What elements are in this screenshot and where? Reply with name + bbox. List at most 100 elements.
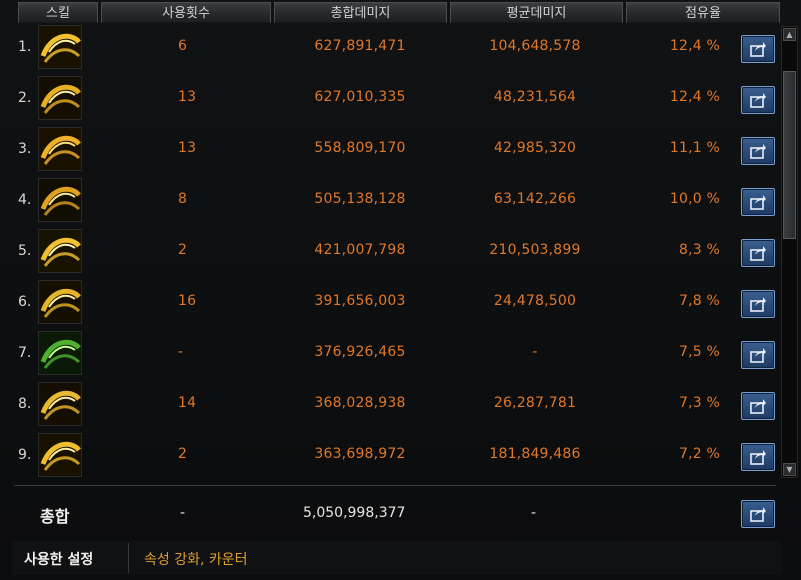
row-uses: 2 [178,242,188,258]
share-row-button[interactable] [741,341,775,369]
row-share: 12,4 % [669,38,720,54]
row-uses: 13 [178,89,197,105]
damage-stats-window: 스킬 사용횟수 총합데미지 평균데미지 점유율 1. 6 627,891,471 10… [0,0,801,580]
row-rank: 8. [18,396,32,412]
golden-arc-skill-icon[interactable] [38,382,82,426]
row-share: 7,8 % [678,293,720,309]
row-uses: 6 [178,38,188,54]
table-row: 3. 13 558,809,170 42,985,320 11,1 % [0,125,775,176]
golden-orb-skill-icon[interactable] [38,229,82,273]
settings-footer: 사용한 설정 속성 강화, 카운터 [12,541,782,575]
golden-streak-skill-icon[interactable] [38,76,82,120]
table-row: 7. - 376,926,465 - 7,5 % [0,329,775,380]
row-total-damage: 627,891,471 [314,38,406,54]
golden-burst-skill-icon[interactable] [38,433,82,477]
table-row: 2. 13 627,010,335 48,231,564 12,4 % [0,74,775,125]
totals-avg-damage: - [531,505,537,521]
share-row-button[interactable] [741,392,775,420]
row-avg-damage: 26,287,781 [493,395,577,411]
row-share: 11,1 % [669,140,720,156]
row-share: 10,0 % [669,191,720,207]
share-totals-button[interactable] [741,500,775,528]
share-row-button[interactable] [741,239,775,267]
share-row-button[interactable] [741,137,775,165]
row-total-damage: 376,926,465 [314,344,406,360]
share-icon [750,348,766,363]
row-total-damage: 363,698,972 [314,446,406,462]
golden-wave-skill-icon[interactable] [38,280,82,324]
header-share[interactable]: 점유율 [626,2,780,23]
share-icon [750,144,766,159]
row-total-damage: 391,656,003 [314,293,406,309]
golden-cross-skill-icon[interactable] [38,178,82,222]
row-rank: 3. [18,141,32,157]
share-icon [750,195,766,210]
row-rank: 2. [18,90,32,106]
row-rank: 1. [18,39,32,55]
share-icon [750,297,766,312]
table-row: 9. 2 363,698,972 181,849,486 7,2 % [0,431,775,482]
row-rank: 4. [18,192,32,208]
row-uses: 14 [178,395,197,411]
row-avg-damage: 48,231,564 [493,89,577,105]
row-share: 12,4 % [669,89,720,105]
share-icon [750,507,766,522]
row-share: 8,3 % [678,242,720,258]
row-total-damage: 627,010,335 [314,89,406,105]
row-avg-damage: 210,503,899 [489,242,581,258]
row-uses: - [178,344,184,360]
table-row: 4. 8 505,138,128 63,142,266 10,0 % [0,176,775,227]
header-skill[interactable]: 스킬 [18,2,98,23]
used-settings-label: 사용한 설정 [24,552,94,568]
scroll-down-arrow-icon[interactable]: ▼ [783,463,796,476]
row-avg-damage: 181,849,486 [489,446,581,462]
share-row-button[interactable] [741,188,775,216]
table-row: 6. 16 391,656,003 24,478,500 7,8 % [0,278,775,329]
used-settings-value: 속성 강화, 카운터 [144,552,248,568]
row-rank: 6. [18,294,32,310]
row-share: 7,3 % [678,395,720,411]
totals-label: 총합 [40,507,70,526]
green-swirl-skill-icon[interactable] [38,331,82,375]
header-total-damage[interactable]: 총합데미지 [274,2,447,23]
share-row-button[interactable] [741,35,775,63]
header-uses[interactable]: 사용횟수 [101,2,271,23]
share-icon [750,450,766,465]
scroll-thumb[interactable] [783,71,796,239]
scroll-up-arrow-icon[interactable]: ▲ [783,28,796,41]
row-avg-damage: 42,985,320 [493,140,577,156]
row-avg-damage: 104,648,578 [489,38,581,54]
share-row-button[interactable] [741,86,775,114]
row-share: 7,2 % [678,446,720,462]
scrollbar[interactable]: ▲ ▼ [781,26,798,478]
golden-spin-skill-icon[interactable] [38,127,82,171]
row-uses: 13 [178,140,197,156]
totals-uses: - [180,505,186,521]
row-total-damage: 558,809,170 [314,140,406,156]
row-avg-damage: - [532,344,538,360]
row-total-damage: 368,028,938 [314,395,406,411]
row-avg-damage: 63,142,266 [493,191,577,207]
totals-total-damage: 5,050,998,377 [303,505,406,521]
row-uses: 16 [178,293,197,309]
share-icon [750,399,766,414]
header-avg-damage[interactable]: 평균데미지 [450,2,623,23]
row-avg-damage: 24,478,500 [493,293,577,309]
row-rank: 9. [18,447,32,463]
row-total-damage: 505,138,128 [314,191,406,207]
share-icon [750,93,766,108]
share-icon [750,246,766,261]
share-row-button[interactable] [741,290,775,318]
footer-divider [128,543,129,573]
row-rank: 7. [18,345,32,361]
row-total-damage: 421,007,798 [314,242,406,258]
table-row: 5. 2 421,007,798 210,503,899 8,3 % [0,227,775,278]
table-row: 1. 6 627,891,471 104,648,578 12,4 % [0,23,775,74]
row-uses: 2 [178,446,188,462]
share-row-button[interactable] [741,443,775,471]
table-header: 스킬 사용횟수 총합데미지 평균데미지 점유율 [0,0,801,24]
row-rank: 5. [18,243,32,259]
golden-slash-skill-icon[interactable] [38,25,82,69]
row-share: 7,5 % [678,344,720,360]
table-row: 8. 14 368,028,938 26,287,781 7,3 % [0,380,775,431]
